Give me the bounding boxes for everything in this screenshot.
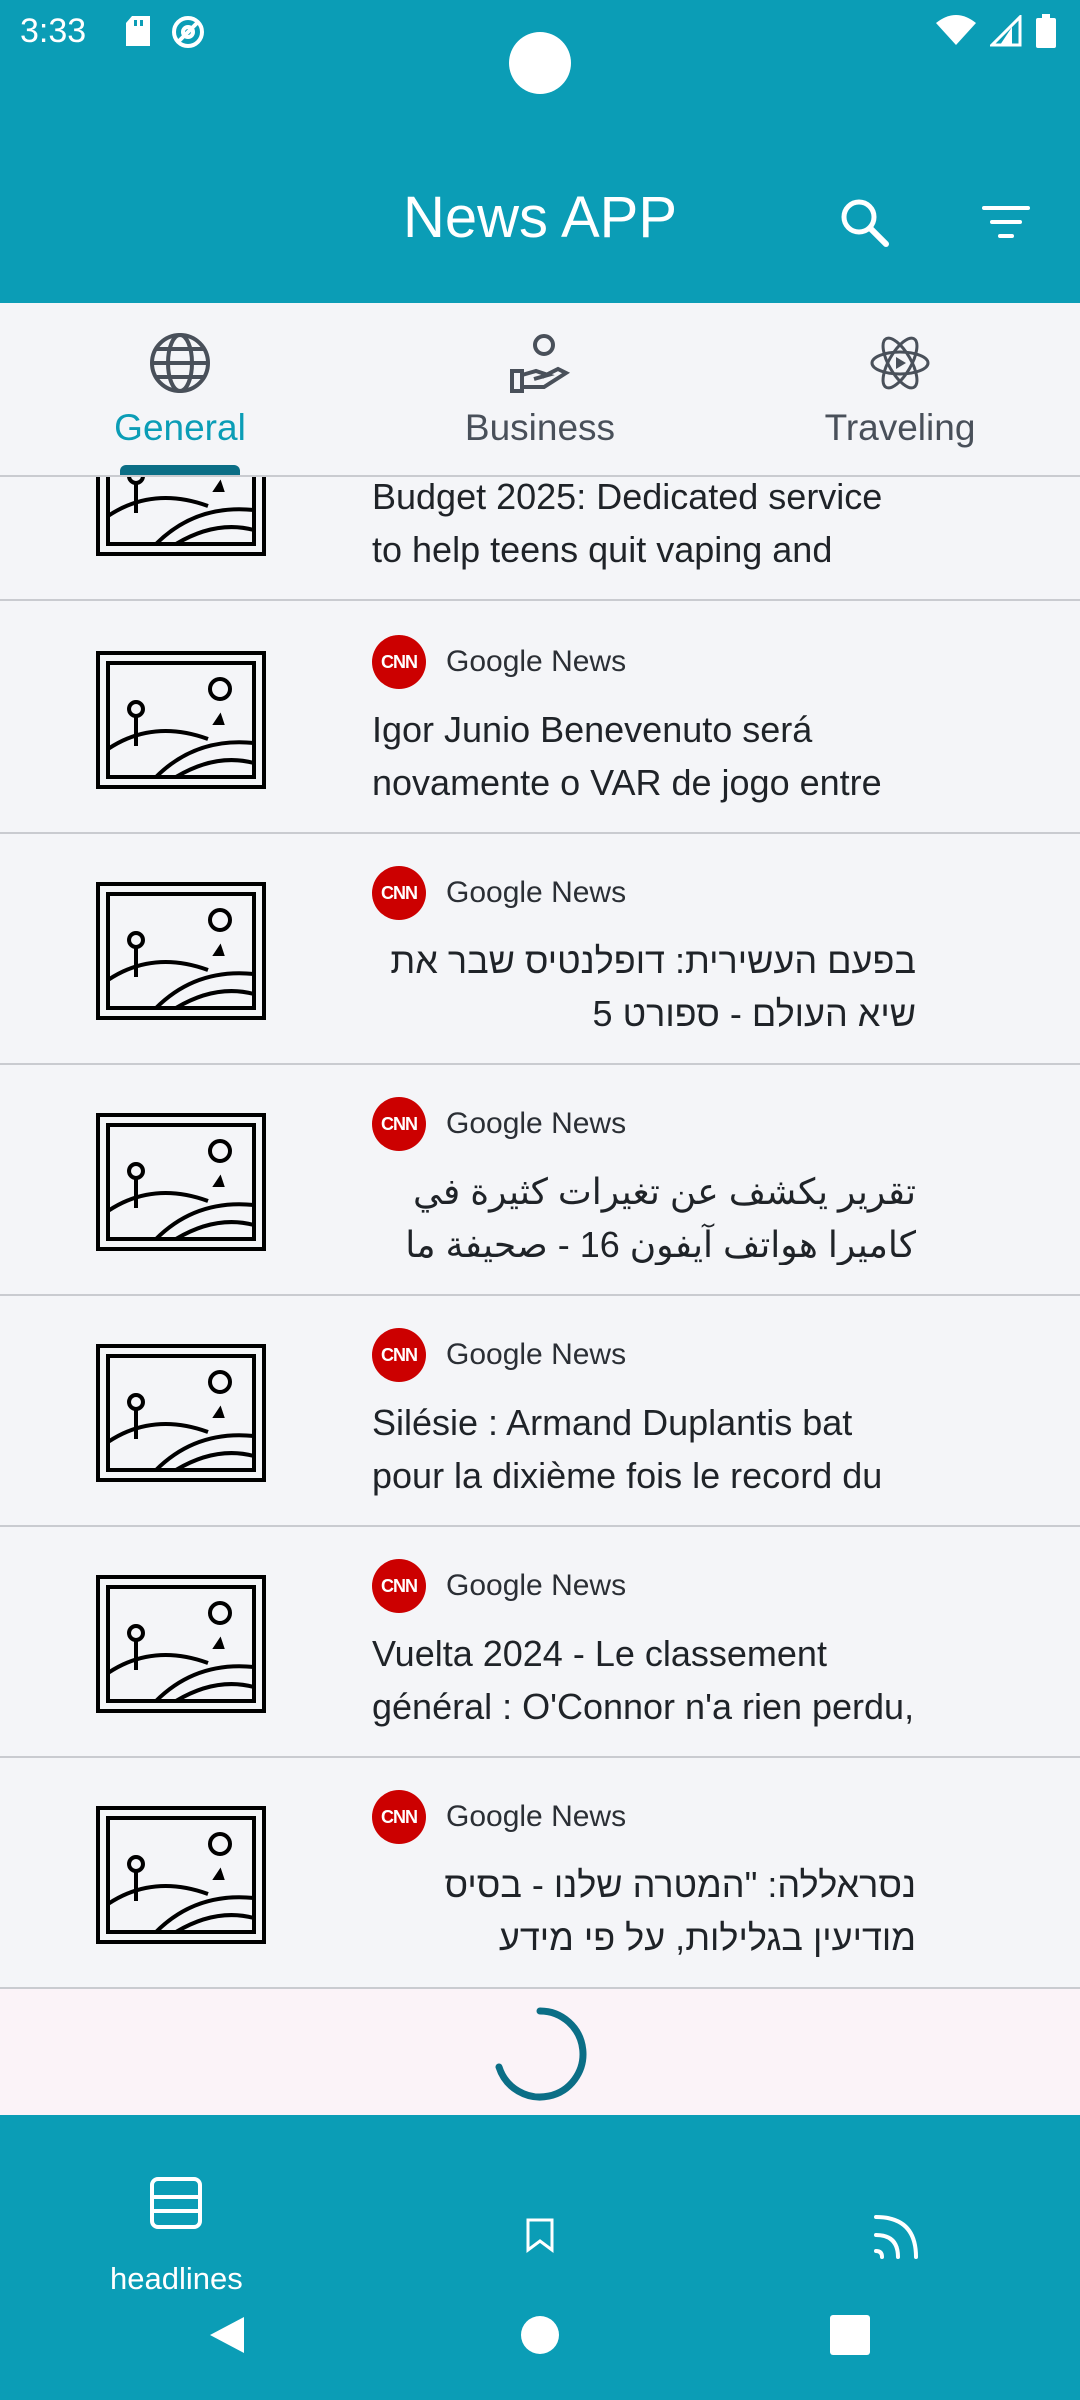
list-item[interactable]: CNN Google News تقرير يكشف عن تغيرات كثي…	[0, 1065, 1080, 1296]
category-tabs: General Business Traveling	[0, 303, 1080, 477]
system-back-button[interactable]	[196, 2305, 256, 2365]
list-item[interactable]: CNN Google News Vuelta 2024 - Le classem…	[0, 1527, 1080, 1758]
atom-icon	[870, 336, 930, 390]
article-headline: Budget 2025: Dedicated service to help t…	[372, 477, 883, 570]
signal-icon	[990, 15, 1022, 47]
image-placeholder-icon	[96, 1806, 266, 1944]
hand-coin-icon	[510, 334, 571, 393]
sd-card-icon	[126, 16, 150, 46]
article-source: CNN Google News	[372, 1328, 626, 1382]
nav-headlines-label: headlines	[110, 2261, 243, 2296]
cnn-logo-icon: CNN	[372, 1328, 426, 1382]
cnn-logo-icon: CNN	[372, 1790, 426, 1844]
source-name: Google News	[446, 1569, 627, 1602]
cnn-logo-icon: CNN	[372, 1559, 426, 1613]
news-list[interactable]: Budget 2025: Dedicated service to help t…	[0, 477, 1080, 1989]
list-item[interactable]: Budget 2025: Dedicated service to help t…	[0, 477, 1080, 601]
tab-traveling[interactable]: Traveling	[720, 303, 1080, 475]
source-name: Google News	[446, 1338, 627, 1371]
image-placeholder-icon	[96, 1344, 266, 1482]
source-name: Google News	[446, 645, 627, 678]
list-item[interactable]: CNN Google News נסראללה: "המטרה שלנו - ב…	[0, 1758, 1080, 1989]
article-headline: تقرير يكشف عن تغيرات كثيرة في كاميرا هوا…	[405, 1171, 916, 1265]
home-circle-icon	[521, 2316, 559, 2354]
search-icon	[841, 199, 889, 247]
article-source: CNN Google News	[372, 1097, 626, 1151]
article-source: CNN Google News	[372, 1559, 626, 1613]
image-placeholder-icon	[96, 1575, 266, 1713]
bookmark-icon	[526, 2218, 554, 2253]
top-app-bar: 3:33 News APP	[0, 0, 1080, 303]
filter-button[interactable]	[966, 182, 1046, 262]
globe-icon	[150, 333, 210, 393]
feed-icon	[874, 2215, 918, 2259]
source-name: Google News	[446, 1800, 627, 1833]
system-recents-button[interactable]	[820, 2305, 880, 2365]
tab-business-label: Business	[464, 407, 616, 448]
list-item[interactable]: CNN Google News בפעם העשירית: דופלנטיס ש…	[0, 834, 1080, 1065]
active-tab-indicator	[120, 465, 240, 475]
status-system-icons	[936, 14, 1056, 48]
tab-business[interactable]: Business	[360, 303, 720, 475]
at-sign-icon	[172, 16, 204, 48]
cnn-logo-icon: CNN	[372, 1097, 426, 1151]
article-headline: Igor Junio Benevenuto será novamente o V…	[372, 709, 882, 803]
source-name: Google News	[446, 876, 627, 909]
back-triangle-icon	[210, 2317, 244, 2353]
article-source: CNN Google News	[372, 1790, 626, 1844]
search-button[interactable]	[824, 182, 904, 262]
article-headline: Silésie : Armand Duplantis bat pour la d…	[372, 1402, 883, 1496]
article-source: CNN Google News	[372, 866, 626, 920]
app-title: News APP	[403, 185, 677, 250]
image-placeholder-icon	[96, 651, 266, 789]
progress-spinner	[495, 2007, 587, 2101]
camera-cutout	[509, 32, 571, 94]
nav-feed[interactable]	[872, 2211, 922, 2261]
tab-general-label: General	[114, 407, 246, 448]
list-item[interactable]: CNN Google News Silésie : Armand Duplant…	[0, 1296, 1080, 1527]
list-item[interactable]: CNN Google News Igor Junio Benevenuto se…	[0, 603, 1080, 834]
cnn-logo-icon: CNN	[372, 866, 426, 920]
source-name: Google News	[446, 1107, 627, 1140]
filter-icon	[982, 206, 1030, 238]
system-home-button[interactable]	[510, 2305, 570, 2365]
tab-general[interactable]: General	[0, 303, 360, 475]
image-placeholder-icon	[96, 1113, 266, 1251]
status-time: 3:33	[20, 12, 87, 50]
image-placeholder-icon	[96, 882, 266, 1020]
image-placeholder-icon	[96, 477, 266, 556]
wifi-icon	[936, 15, 976, 45]
article-headline: Vuelta 2024 - Le classement général : O'…	[372, 1633, 915, 1727]
status-notification-icons	[124, 14, 206, 50]
tab-traveling-label: Traveling	[824, 407, 976, 448]
article-headline: נסראללה: "המטרה שלנו - בסיס מודיעין בגלי…	[444, 1864, 916, 1958]
article-source: CNN Google News	[372, 635, 626, 689]
headlines-icon	[150, 2177, 203, 2229]
cnn-logo-icon: CNN	[372, 635, 426, 689]
nav-bookmarks[interactable]	[525, 2217, 555, 2253]
loading-footer	[0, 1989, 1080, 2115]
battery-icon	[1036, 14, 1056, 48]
recents-square-icon	[830, 2315, 870, 2355]
nav-headlines[interactable]: headlines	[110, 2175, 243, 2297]
article-headline: בפעם העשירית: דופלנטיס שבר את שיא העולם …	[390, 940, 916, 1034]
